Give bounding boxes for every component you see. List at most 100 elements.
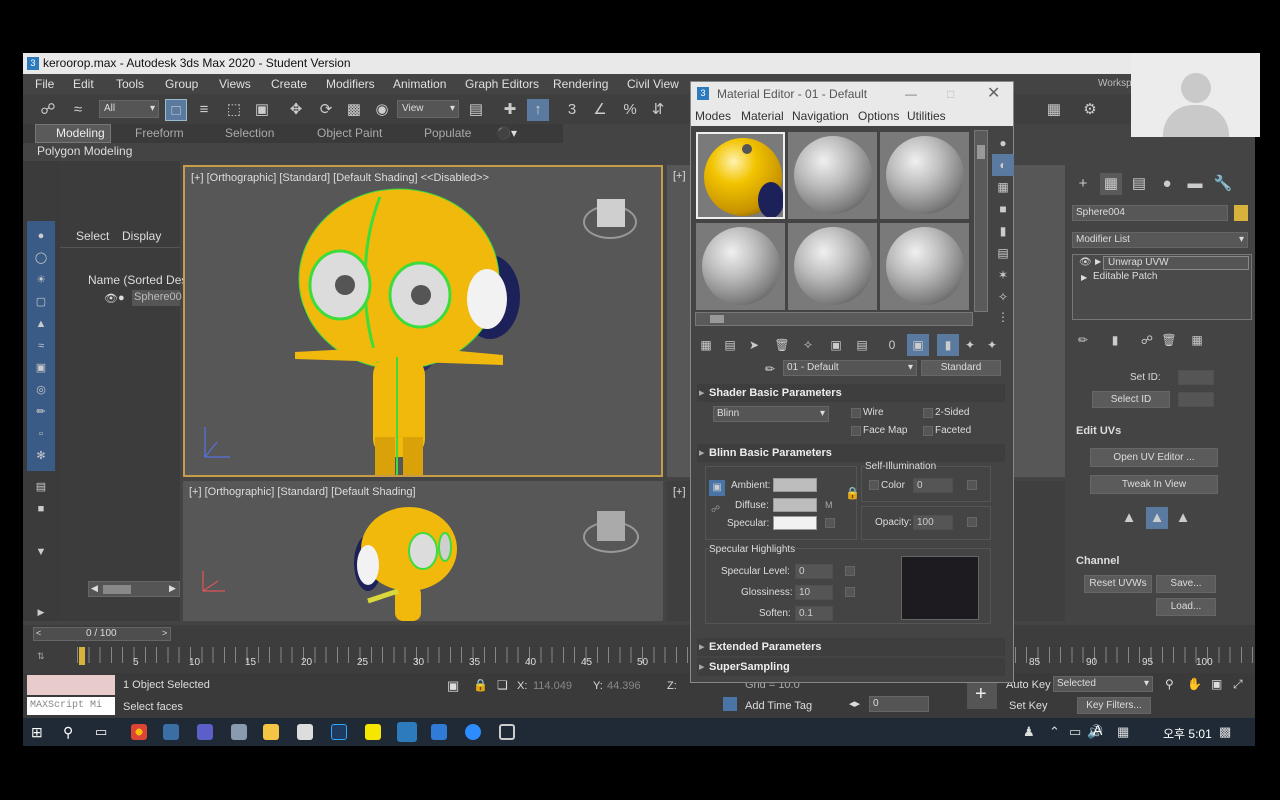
menu-rendering[interactable]: Rendering: [553, 74, 608, 94]
timeline-mini-icon[interactable]: ⇅: [37, 651, 45, 662]
slot-horizontal-scrollbar[interactable]: [695, 312, 973, 326]
bones-filter-icon[interactable]: ✏: [30, 401, 52, 423]
selection-filter-dropdown[interactable]: All ▾: [99, 100, 159, 118]
diffuse-map-button[interactable]: M: [825, 500, 833, 510]
rect-selection-icon[interactable]: ⬚: [223, 99, 245, 121]
minimize-icon[interactable]: —: [905, 82, 917, 106]
cube-app-icon[interactable]: [499, 724, 515, 740]
material-slot-5[interactable]: [788, 223, 877, 310]
windows-start-icon[interactable]: ⊞: [31, 724, 47, 740]
lock-selection-icon[interactable]: 🔒: [473, 678, 488, 692]
steam-icon[interactable]: [163, 724, 179, 740]
helpers-filter-icon[interactable]: ▲: [30, 313, 52, 335]
scroll-thumb[interactable]: [103, 585, 131, 594]
reset-uvws-button[interactable]: Reset UVWs: [1084, 575, 1152, 593]
object-name-field[interactable]: Sphere004: [1072, 205, 1228, 221]
select-manipulate-icon[interactable]: ✚: [499, 99, 521, 121]
material-id-channel-icon[interactable]: 0: [881, 334, 903, 356]
rotate-icon[interactable]: ⟳: [315, 99, 337, 121]
percent-snap-icon[interactable]: %: [619, 99, 641, 121]
opacity-map-button[interactable]: [967, 517, 977, 527]
playback-arrows-icon[interactable]: ◂▸: [849, 697, 860, 710]
go-forward-sibling-icon[interactable]: ✦: [981, 334, 1003, 356]
specular-level-spinner[interactable]: 0: [795, 564, 833, 579]
sort-icon[interactable]: ■: [30, 498, 52, 520]
notifications-icon[interactable]: ▩: [1219, 724, 1231, 740]
maxscript-input[interactable]: MAXScript Mi: [27, 697, 115, 715]
slot-vertical-scrollbar[interactable]: [974, 130, 988, 312]
x-coordinate[interactable]: 114.049: [533, 680, 572, 692]
stack-item-unwrap-uvw[interactable]: Unwrap UVW: [1103, 256, 1249, 270]
material-slot-2[interactable]: [788, 132, 877, 219]
maximize-viewport-icon[interactable]: ⤢: [1233, 677, 1243, 692]
scale-icon[interactable]: ▩: [343, 99, 365, 121]
tray-chevron-icon[interactable]: ⌃: [1049, 724, 1060, 740]
maxscript-listener[interactable]: [27, 675, 115, 695]
channel-rollout[interactable]: Channel: [1076, 555, 1119, 567]
kakaotalk-icon[interactable]: [365, 724, 381, 740]
scene-tab-select[interactable]: Select: [76, 229, 109, 243]
expand-arrow-icon[interactable]: ▶: [1095, 257, 1101, 266]
expand-arrow-icon[interactable]: ▶: [30, 601, 52, 623]
menu-animation[interactable]: Animation: [393, 74, 446, 94]
self-illum-spinner[interactable]: 0: [913, 478, 953, 493]
stack-item-editable-patch[interactable]: Editable Patch: [1093, 271, 1158, 282]
material-navigator-icon[interactable]: ⋮: [992, 306, 1014, 328]
show-shaded-material-icon[interactable]: ▣: [907, 334, 929, 356]
material-type-button[interactable]: Standard: [921, 360, 1001, 376]
geometry-filter-icon[interactable]: ●: [30, 225, 52, 247]
xrefs-filter-icon[interactable]: ◎: [30, 379, 52, 401]
viewcube-icon[interactable]: [597, 511, 625, 541]
time-prev-icon[interactable]: <: [36, 628, 41, 638]
specular-map-button[interactable]: [825, 518, 835, 528]
extended-parameters-rollout[interactable]: Extended Parameters: [697, 638, 1005, 656]
bind-space-warp-icon[interactable]: ≈: [67, 99, 89, 121]
y-coordinate[interactable]: 44.396: [607, 680, 641, 692]
self-illum-map-button[interactable]: [967, 480, 977, 490]
object-color-swatch[interactable]: [1234, 205, 1248, 221]
modifier-list-dropdown[interactable]: Modifier List ▾: [1072, 232, 1248, 248]
specular-level-map-button[interactable]: [845, 566, 855, 576]
opacity-spinner[interactable]: 100: [913, 515, 953, 530]
wire-checkbox[interactable]: [851, 408, 861, 418]
time-tag-icon[interactable]: [723, 697, 737, 711]
menu-group[interactable]: Group: [165, 74, 198, 94]
scene-tab-display[interactable]: Display: [122, 229, 161, 243]
search-icon[interactable]: ⚲: [1165, 677, 1174, 691]
configure-sets-icon[interactable]: ▦: [1186, 329, 1208, 351]
expand-arrow-icon[interactable]: ▶: [1081, 273, 1087, 282]
open-uv-editor-button[interactable]: Open UV Editor ...: [1090, 448, 1218, 467]
search-icon[interactable]: ⚲: [63, 724, 79, 740]
network-icon[interactable]: ▭: [1069, 724, 1081, 740]
spacewarps-filter-icon[interactable]: ≈: [30, 335, 52, 357]
put-to-library-icon[interactable]: ▤: [851, 334, 873, 356]
show-end-result-icon[interactable]: ▮: [1104, 329, 1126, 351]
tab-selection[interactable]: Selection: [225, 126, 274, 140]
sample-type-icon[interactable]: ●: [992, 132, 1014, 154]
absolute-mode-icon[interactable]: ❏: [497, 678, 508, 692]
clock[interactable]: 오후 5:01: [1163, 725, 1212, 742]
glossiness-map-button[interactable]: [845, 587, 855, 597]
menu-views[interactable]: Views: [219, 74, 251, 94]
me-menu-modes[interactable]: Modes: [695, 109, 731, 123]
material-name-field[interactable]: 01 - Default ▾: [783, 360, 917, 376]
lock-icon[interactable]: 🔒: [845, 486, 860, 500]
scroll-thumb[interactable]: [977, 145, 985, 159]
menu-create[interactable]: Create: [271, 74, 307, 94]
viewport-bottom-left[interactable]: [+] [Orthographic] [Standard] [Default S…: [183, 481, 663, 621]
explorer-scrollbar[interactable]: ◀ ▶: [88, 581, 180, 597]
select-face-icon[interactable]: ▲: [1172, 507, 1194, 529]
me-menu-navigation[interactable]: Navigation: [792, 109, 849, 123]
select-id-button[interactable]: Select ID: [1092, 391, 1170, 408]
hierarchy-tab-icon[interactable]: ▤: [1128, 173, 1150, 195]
tab-object-paint[interactable]: Object Paint: [317, 126, 382, 140]
groups-filter-icon[interactable]: ▣: [30, 357, 52, 379]
material-slot-3[interactable]: [880, 132, 969, 219]
mail-icon[interactable]: [431, 724, 447, 740]
photos-icon[interactable]: [231, 724, 247, 740]
angle-snap-icon[interactable]: ∠: [589, 99, 611, 121]
cameras-filter-icon[interactable]: ▢: [30, 291, 52, 313]
pick-material-eyedropper-icon[interactable]: ✏: [765, 362, 775, 376]
time-next-icon[interactable]: >: [162, 628, 167, 638]
time-marker[interactable]: [79, 647, 85, 665]
